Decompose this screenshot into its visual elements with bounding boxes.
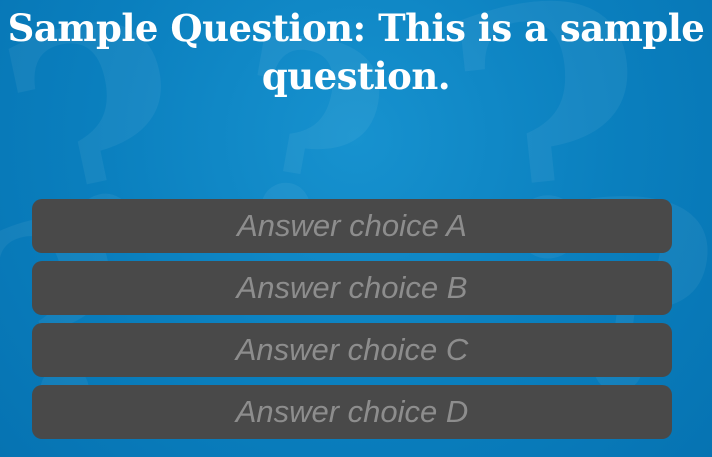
answer-choice-d-button[interactable]: Answer choice D: [32, 385, 672, 439]
answer-choices: Answer choice A Answer choice B Answer c…: [32, 199, 672, 439]
quiz-content: Sample Question: This is a sample questi…: [0, 0, 712, 457]
answer-choice-c-button[interactable]: Answer choice C: [32, 323, 672, 377]
answer-choice-a-button[interactable]: Answer choice A: [32, 199, 672, 253]
answer-choice-b-button[interactable]: Answer choice B: [32, 261, 672, 315]
question-text: Sample Question: This is a sample questi…: [7, 6, 705, 98]
